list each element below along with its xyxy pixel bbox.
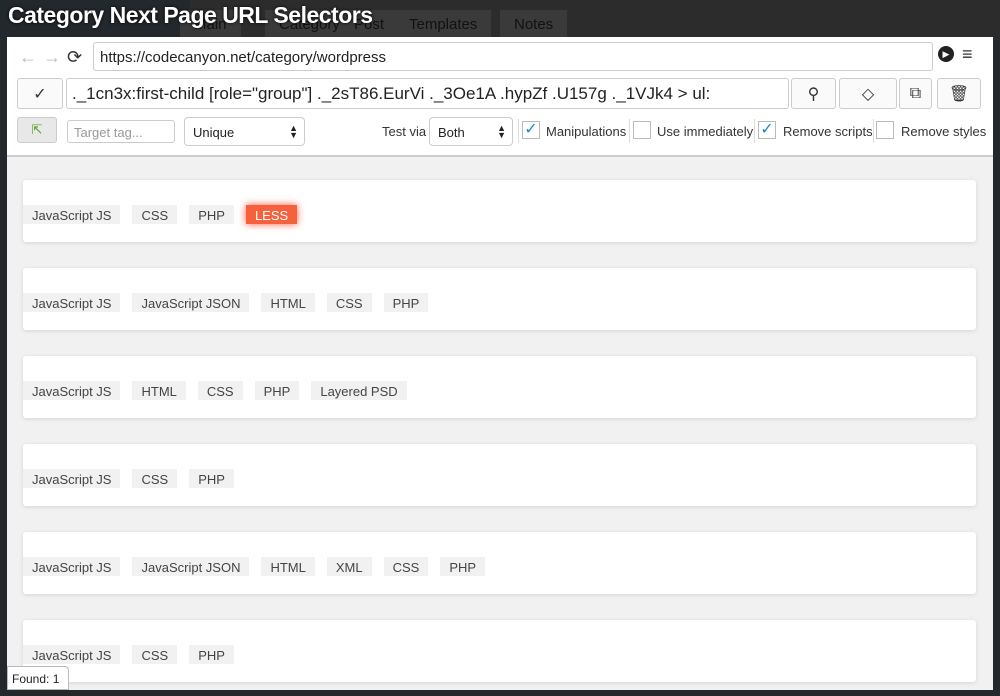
result-card: JavaScript JS JavaScript JSON HTML XML CSS PH…: [23, 532, 976, 594]
remove-styles-label: Remove styles: [901, 124, 987, 139]
apply-button[interactable]: ✓: [17, 78, 63, 109]
found-count: Found: 1: [7, 666, 69, 690]
bg-tab: Templates: [395, 10, 492, 38]
open-external-button[interactable]: ⇱: [17, 117, 57, 143]
test-via-select[interactable]: Both ▲ ▼: [429, 117, 513, 146]
tag[interactable]: Layered PSD: [311, 381, 407, 400]
tag-list: JavaScript JS CSS PHP: [23, 645, 234, 664]
tag-list: JavaScript JS JavaScript JSON HTML XML CSS PH…: [23, 557, 486, 576]
remove-styles-checkbox[interactable]: [876, 121, 894, 139]
manipulations-checkbox[interactable]: ✓: [522, 121, 540, 139]
tag[interactable]: PHP: [189, 469, 234, 488]
tag-list: JavaScript JS HTML CSS PHP Layered PSD: [23, 381, 407, 400]
use-immediately-label: Use immediately: [657, 124, 754, 139]
tag[interactable]: HTML: [261, 293, 315, 312]
tag[interactable]: JavaScript JS: [23, 293, 121, 312]
result-card: JavaScript JS CSS PHP LESS: [23, 180, 976, 242]
test-via-label: Test via: [382, 124, 427, 139]
tag[interactable]: HTML: [132, 381, 186, 400]
tag-list: JavaScript JS CSS PHP: [23, 469, 234, 488]
tag[interactable]: CSS: [326, 293, 372, 312]
tag[interactable]: PHP: [189, 645, 234, 664]
result-card: JavaScript JS HTML CSS PHP Layered PSD: [23, 356, 976, 418]
trash-icon: 🗑: [948, 85, 970, 103]
selector-window: ← → ⟳ https://codecanyon.net/category/wo…: [7, 37, 993, 690]
tag[interactable]: JavaScript JSON: [132, 293, 250, 312]
mode-select[interactable]: Unique ▲ ▼: [184, 117, 305, 146]
tag[interactable]: JavaScript JSON: [132, 557, 250, 576]
result-card: JavaScript JS CSS PHP: [23, 620, 976, 682]
select-arrows-icon: ▲ ▼: [289, 123, 298, 140]
copy-icon: ⧉: [909, 84, 922, 102]
back-icon[interactable]: ←: [19, 47, 37, 68]
highlighted-tag[interactable]: LESS: [245, 205, 298, 224]
tag[interactable]: CSS: [197, 381, 243, 400]
remove-scripts-label: Remove scripts: [783, 124, 873, 139]
url-input[interactable]: https://codecanyon.net/category/wordpres…: [93, 42, 933, 71]
tag[interactable]: HTML: [261, 557, 315, 576]
delete-button[interactable]: 🗑: [937, 78, 981, 109]
tag[interactable]: JavaScript JS: [23, 205, 121, 224]
tag[interactable]: PHP: [189, 205, 234, 224]
bg-tab: Notes: [500, 10, 568, 38]
tag[interactable]: CSS: [383, 557, 429, 576]
tag[interactable]: CSS: [132, 469, 178, 488]
tag[interactable]: PHP: [254, 381, 300, 400]
tag-list: JavaScript JS JavaScript JSON HTML CSS PHP: [23, 293, 429, 312]
tag[interactable]: CSS: [132, 205, 178, 224]
toolbar: ← → ⟳ https://codecanyon.net/category/wo…: [7, 37, 993, 157]
reload-icon[interactable]: ⟳: [67, 47, 82, 68]
tag-list: JavaScript JS CSS PHP LESS: [23, 205, 298, 224]
tag[interactable]: JavaScript JS: [23, 469, 121, 488]
select-arrows-icon: ▲ ▼: [497, 123, 506, 140]
menu-icon[interactable]: ≡: [962, 44, 973, 65]
use-immediately-checkbox[interactable]: [633, 121, 651, 139]
tag[interactable]: JavaScript JS: [23, 381, 121, 400]
tag[interactable]: PHP: [440, 557, 486, 576]
tag[interactable]: JavaScript JS: [23, 645, 121, 664]
copy-button[interactable]: ⧉: [899, 78, 932, 109]
target-tag-input[interactable]: Target tag...: [67, 120, 175, 143]
eraser-icon: ◇: [861, 85, 875, 103]
search-button[interactable]: ⚲: [791, 78, 836, 109]
tag[interactable]: JavaScript JS: [23, 557, 121, 576]
result-card: JavaScript JS JavaScript JSON HTML CSS PHP: [23, 268, 976, 330]
search-icon: ⚲: [807, 85, 820, 103]
check-icon: ✓: [33, 85, 47, 103]
forward-icon[interactable]: →: [43, 47, 61, 68]
mode-select-value: Unique: [193, 125, 235, 140]
manipulations-label: Manipulations: [546, 124, 627, 139]
remove-scripts-checkbox[interactable]: ✓: [758, 121, 776, 139]
external-link-icon: ⇱: [31, 122, 43, 137]
result-card: JavaScript JS CSS PHP: [23, 444, 976, 506]
tag[interactable]: CSS: [132, 645, 178, 664]
selector-input[interactable]: ._1cn3x:first-child [role="group"] ._2sT…: [66, 78, 789, 109]
tag[interactable]: PHP: [383, 293, 429, 312]
tag[interactable]: XML: [326, 557, 372, 576]
test-via-value: Both: [438, 125, 465, 140]
eraser-button[interactable]: ◇: [839, 78, 897, 109]
play-icon[interactable]: ▶: [938, 46, 954, 62]
window-title: Category Next Page URL Selectors: [8, 2, 373, 28]
